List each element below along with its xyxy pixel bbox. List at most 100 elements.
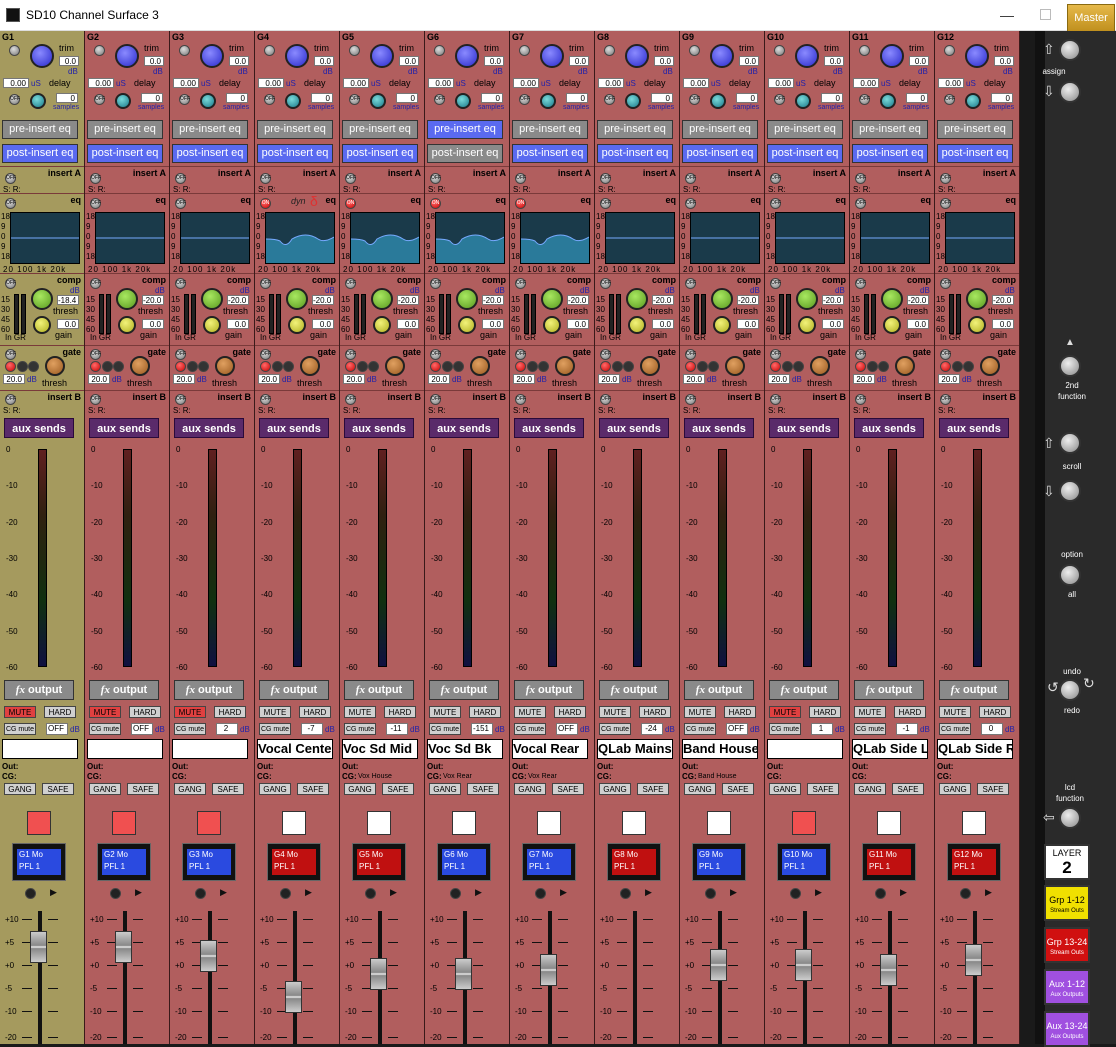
channel-lcd[interactable]: G11 Mo PFL 1 [862,843,916,881]
delay-us-value[interactable]: 0.00 [88,78,114,88]
gate-off-button[interactable]: OFF [685,349,696,360]
hard-button[interactable]: HARD [894,706,926,718]
comp-thresh-knob[interactable] [711,288,733,310]
delay-knob[interactable] [115,93,131,109]
delay-samples-value[interactable]: 0 [396,93,418,103]
gate-thresh-value[interactable]: 20.0 [428,374,450,384]
cg-mute-button[interactable]: CG mute [854,723,886,735]
aux-sends-button[interactable]: aux sends [89,418,159,438]
delay-knob[interactable] [625,93,641,109]
channel-name-field[interactable]: Vocal Cente [257,739,333,759]
gate-off-button[interactable]: OFF [600,349,611,360]
mute-button[interactable]: MUTE [599,706,631,718]
group-button-3[interactable]: Aux 13-24 Aux Outputs [1044,1011,1090,1047]
lcd-function-knob[interactable] [1059,807,1081,829]
phase-button[interactable] [434,45,445,56]
fader-cap[interactable] [115,930,132,963]
comp-thresh-knob[interactable] [286,288,308,310]
comp-gain-value[interactable]: 0.0 [482,319,504,329]
comp-gain-value[interactable]: 0.0 [312,319,334,329]
comp-gain-knob[interactable] [203,316,221,334]
cg-value[interactable]: -7 [301,723,323,735]
comp-thresh-value[interactable]: -20.0 [397,295,419,305]
comp-thresh-value[interactable]: -20.0 [652,295,674,305]
cg-value[interactable]: 0 [981,723,1003,735]
gate-thresh-value[interactable]: 20.0 [683,374,705,384]
comp-gain-knob[interactable] [118,316,136,334]
delay-us-value[interactable]: 0.00 [428,78,454,88]
insert-b-off-button[interactable]: OFF [855,394,866,405]
insert-b-off-button[interactable]: OFF [175,394,186,405]
delay-off-button[interactable]: OFF [434,94,445,105]
phase-button[interactable] [519,45,530,56]
select-square[interactable] [962,811,986,835]
gate-thresh-knob[interactable] [980,356,1000,376]
eq-on-button[interactable]: OFF [770,198,781,209]
channel-lcd[interactable]: G10 Mo PFL 1 [777,843,831,881]
aux-sends-button[interactable]: aux sends [174,418,244,438]
cg-value[interactable]: 1 [811,723,833,735]
eq-graph[interactable] [945,212,1015,264]
phase-button[interactable] [859,45,870,56]
aux-sends-button[interactable]: aux sends [769,418,839,438]
gate-thresh-knob[interactable] [725,356,745,376]
insert-b-off-button[interactable]: OFF [430,394,441,405]
scroll-down-knob[interactable] [1059,480,1081,502]
trim-value[interactable]: 0.0 [399,56,419,66]
delay-samples-value[interactable]: 0 [141,93,163,103]
trim-value[interactable]: 0.0 [909,56,929,66]
mute-button[interactable]: MUTE [344,706,376,718]
record-dot-icon[interactable] [875,888,886,899]
delay-samples-value[interactable]: 0 [311,93,333,103]
comp-thresh-value[interactable]: -20.0 [737,295,759,305]
cg-value[interactable]: -11 [386,723,408,735]
select-square[interactable] [367,811,391,835]
trim-value[interactable]: 0.0 [484,56,504,66]
fx-output-button[interactable]: fx output [429,680,499,700]
comp-thresh-knob[interactable] [881,288,903,310]
gate-off-button[interactable]: OFF [940,349,951,360]
insert-a-off-button[interactable]: OFF [600,173,611,184]
mute-button[interactable]: MUTE [259,706,291,718]
trim-knob[interactable] [965,44,989,68]
cg-mute-button[interactable]: CG mute [174,723,206,735]
cg-value[interactable]: OFF [556,723,578,735]
trim-value[interactable]: 0.0 [824,56,844,66]
channel-lcd[interactable]: G12 Mo PFL 1 [947,843,1001,881]
comp-thresh-knob[interactable] [966,288,988,310]
gate-thresh-value[interactable]: 20.0 [343,374,365,384]
trim-knob[interactable] [200,44,224,68]
fx-output-button[interactable]: fx output [89,680,159,700]
fader-cap[interactable] [965,944,982,977]
record-dot-icon[interactable] [365,888,376,899]
post-insert-eq-button[interactable]: post-insert eq [172,144,248,163]
insert-a-off-button[interactable]: OFF [515,173,526,184]
mute-button[interactable]: MUTE [89,706,121,718]
cg-value[interactable]: -151 [471,723,493,735]
select-square[interactable] [622,811,646,835]
eq-graph[interactable] [605,212,675,264]
phase-button[interactable] [9,45,20,56]
trim-knob[interactable] [30,44,54,68]
delay-us-value[interactable]: 0.00 [258,78,284,88]
gate-off-button[interactable]: OFF [260,349,271,360]
comp-gain-value[interactable]: 0.0 [142,319,164,329]
channel-lcd[interactable]: G9 Mo PFL 1 [692,843,746,881]
delay-samples-value[interactable]: 0 [566,93,588,103]
eq-graph[interactable] [775,212,845,264]
hard-button[interactable]: HARD [809,706,841,718]
channel-name-field[interactable] [172,739,248,759]
gang-button[interactable]: GANG [4,783,36,795]
play-icon[interactable]: ▶ [390,887,397,898]
channel-lcd[interactable]: G3 Mo PFL 1 [182,843,236,881]
eq-graph[interactable] [265,212,335,264]
channel-name-field[interactable]: QLab Mains [597,739,673,759]
delay-knob[interactable] [285,93,301,109]
comp-off-button[interactable]: OFF [430,278,441,289]
cg-mute-button[interactable]: CG mute [684,723,716,735]
safe-button[interactable]: SAFE [637,783,669,795]
channel-name-field[interactable] [2,739,78,759]
comp-thresh-knob[interactable] [456,288,478,310]
fx-output-button[interactable]: fx output [259,680,329,700]
comp-thresh-value[interactable]: -20.0 [227,295,249,305]
